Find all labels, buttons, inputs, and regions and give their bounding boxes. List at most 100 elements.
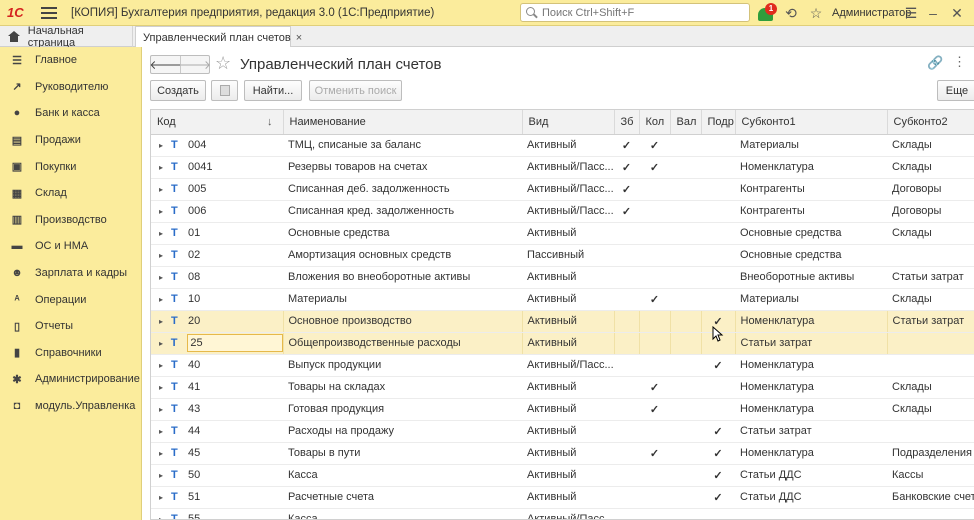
- cell-subconto1[interactable]: Номенклатура: [735, 354, 887, 377]
- cell-quantity[interactable]: [639, 354, 670, 377]
- sidebar-item[interactable]: ● Банк и касса: [0, 100, 141, 127]
- expand-arrow-icon[interactable]: ▸: [159, 207, 171, 216]
- cell-currency[interactable]: [670, 288, 701, 311]
- cell-quantity[interactable]: [639, 310, 671, 333]
- cell-currency[interactable]: [670, 266, 701, 289]
- cell-offbalance[interactable]: [614, 420, 639, 443]
- cell-code[interactable]: ▸ Т 40: [151, 354, 283, 377]
- sidebar-item[interactable]: ᴬ Операции: [0, 286, 141, 313]
- cell-subconto2[interactable]: Подразделения: [887, 442, 974, 465]
- cell-kind[interactable]: Активный: [522, 266, 614, 289]
- link-icon[interactable]: 🔗: [927, 55, 943, 71]
- table-row[interactable]: ▸ Т 41 Товары на складах Активный ✓ Номенклату…: [151, 376, 974, 399]
- table-row[interactable]: ▸ Т 44 Расходы на продажу Активный ✓ Статьи за…: [151, 420, 974, 443]
- cell-subconto1[interactable]: Основные средства: [735, 244, 887, 267]
- cell-division[interactable]: [701, 266, 735, 289]
- cell-division[interactable]: [701, 222, 735, 245]
- cell-subconto2[interactable]: [887, 244, 974, 267]
- cell-subconto1[interactable]: Материалы: [735, 134, 887, 157]
- cell-name[interactable]: Расходы на продажу: [283, 420, 522, 443]
- table-row[interactable]: ▸ Т 10 Материалы Активный ✓ Материалы Склады: [151, 288, 974, 311]
- cell-code[interactable]: ▸ Т 004: [151, 134, 283, 157]
- cell-subconto2[interactable]: [887, 354, 974, 377]
- expand-arrow-icon[interactable]: ▸: [159, 317, 171, 326]
- cell-name[interactable]: Амортизация основных средств: [283, 244, 522, 267]
- table-row[interactable]: ▸ Т 004 ТМЦ, списаные за баланс Активный ✓ ✓ Ма…: [151, 134, 974, 157]
- sidebar-item[interactable]: ▣ Покупки: [0, 153, 141, 180]
- cell-offbalance[interactable]: [614, 442, 639, 465]
- close-window-icon[interactable]: ✕: [949, 5, 965, 21]
- cell-offbalance[interactable]: ✓: [614, 156, 639, 179]
- cell-subconto2[interactable]: Договоры: [887, 178, 974, 201]
- expand-arrow-icon[interactable]: ▸: [159, 163, 171, 172]
- cell-offbalance[interactable]: ✓: [614, 134, 639, 157]
- cell-subconto1[interactable]: Номенклатура: [735, 310, 888, 333]
- cell-subconto1[interactable]: Номенклатура: [735, 376, 887, 399]
- column-header-offbalance[interactable]: Зб: [614, 110, 640, 135]
- cell-quantity[interactable]: [639, 178, 670, 201]
- expand-arrow-icon[interactable]: ▸: [159, 427, 171, 436]
- cell-name[interactable]: Товары на складах: [283, 376, 522, 399]
- column-header-quantity[interactable]: Кол: [639, 110, 671, 135]
- cell-currency[interactable]: [670, 376, 701, 399]
- cell-code[interactable]: ▸ Т 45: [151, 442, 283, 465]
- cell-name[interactable]: Вложения во внеоборотные активы: [283, 266, 522, 289]
- cell-name[interactable]: Касса: [283, 508, 522, 519]
- cell-subconto1[interactable]: Статьи затрат: [735, 332, 888, 355]
- cell-kind[interactable]: Активный: [522, 288, 614, 311]
- cell-kind[interactable]: Активный/Пасс...: [522, 508, 614, 519]
- cell-code[interactable]: ▸ Т 006: [151, 200, 283, 223]
- cell-offbalance[interactable]: [614, 244, 639, 267]
- cell-name[interactable]: Расчетные счета: [283, 486, 522, 509]
- column-header-subconto2[interactable]: Субконто2: [887, 110, 974, 135]
- cell-kind[interactable]: Активный: [522, 222, 614, 245]
- global-search[interactable]: [520, 3, 750, 22]
- cell-offbalance[interactable]: [614, 508, 639, 519]
- cell-kind[interactable]: Активный: [522, 464, 614, 487]
- cell-quantity[interactable]: [639, 420, 670, 443]
- cell-subconto2[interactable]: Склады: [887, 288, 974, 311]
- cell-code[interactable]: ▸ Т 41: [151, 376, 283, 399]
- cell-name[interactable]: Материалы: [283, 288, 522, 311]
- cell-currency[interactable]: [670, 310, 702, 333]
- create-button[interactable]: Создать: [150, 80, 206, 101]
- cell-subconto1[interactable]: Контрагенты: [735, 178, 887, 201]
- cell-division[interactable]: [701, 376, 735, 399]
- expand-arrow-icon[interactable]: ▸: [159, 405, 171, 414]
- main-menu-icon[interactable]: [41, 6, 57, 19]
- table-row[interactable]: ▸ Т 006 Списанная кред. задолженность Активн…: [151, 200, 974, 223]
- cell-currency[interactable]: [670, 244, 701, 267]
- cell-currency[interactable]: [670, 486, 701, 509]
- cell-offbalance[interactable]: [614, 464, 639, 487]
- tab-chart-of-accounts[interactable]: Управленческий план счетов ×: [135, 26, 302, 48]
- search-input[interactable]: [542, 6, 742, 19]
- cell-code[interactable]: ▸ Т 0041: [151, 156, 283, 179]
- cell-currency[interactable]: [670, 464, 701, 487]
- cell-quantity[interactable]: [639, 332, 671, 355]
- cell-division[interactable]: ✓: [701, 442, 735, 465]
- cell-name[interactable]: Основные средства: [283, 222, 522, 245]
- table-row[interactable]: ▸ Т 02 Амортизация основных средств Пассивны…: [151, 244, 974, 267]
- expand-arrow-icon[interactable]: ▸: [159, 471, 171, 480]
- cell-kind[interactable]: Активный/Пасс...: [522, 200, 614, 223]
- cell-division[interactable]: [701, 178, 735, 201]
- cell-subconto1[interactable]: Материалы: [735, 288, 887, 311]
- tab-home[interactable]: Начальная страница: [0, 25, 133, 49]
- user-name[interactable]: Администратор: [832, 7, 911, 19]
- cell-quantity[interactable]: [639, 244, 670, 267]
- cell-subconto2[interactable]: Склады: [887, 222, 974, 245]
- cell-offbalance[interactable]: [614, 354, 639, 377]
- cell-division[interactable]: [701, 156, 735, 179]
- cell-quantity[interactable]: ✓: [639, 442, 670, 465]
- cancel-search-button[interactable]: Отменить поиск: [309, 80, 402, 101]
- cell-quantity[interactable]: ✓: [639, 156, 670, 179]
- cell-quantity[interactable]: ✓: [639, 376, 670, 399]
- cell-subconto2[interactable]: Договоры: [887, 200, 974, 223]
- cell-subconto2[interactable]: Склады: [887, 134, 974, 157]
- cell-quantity[interactable]: [639, 464, 670, 487]
- expand-arrow-icon[interactable]: ▸: [159, 383, 171, 392]
- cell-kind[interactable]: Активный: [522, 398, 614, 421]
- cell-kind[interactable]: Активный/Пасс...: [522, 156, 614, 179]
- table-row[interactable]: ▸ Т 20 Основное производство Активный ✓ Номенк…: [151, 310, 974, 333]
- cell-quantity[interactable]: [639, 486, 670, 509]
